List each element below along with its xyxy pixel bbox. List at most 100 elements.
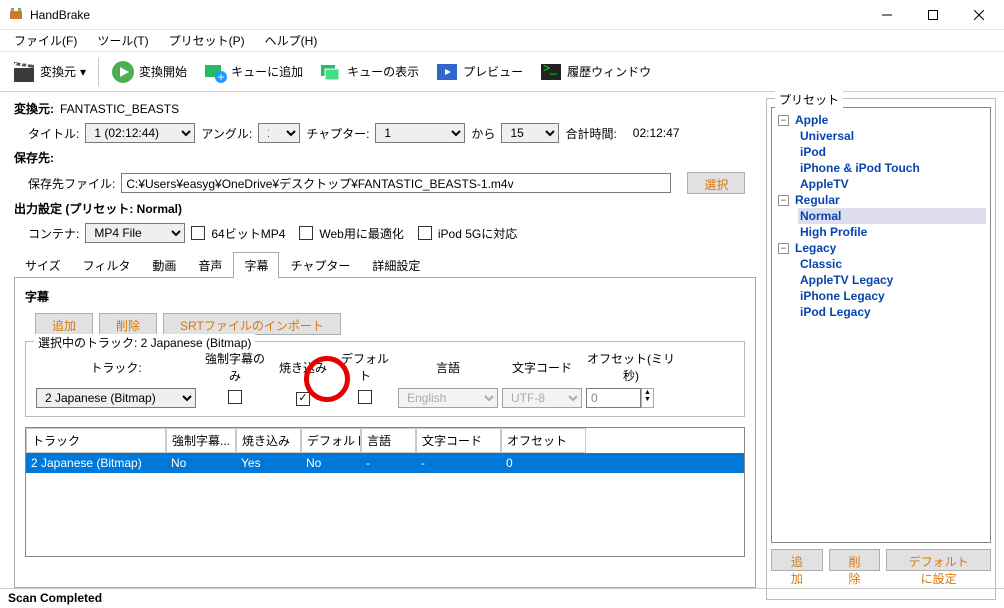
dest-file-input[interactable] — [121, 173, 671, 193]
col-offset[interactable]: オフセット — [501, 428, 586, 453]
burned-label: 焼き込み — [274, 359, 332, 376]
duration-value: 02:12:47 — [633, 126, 680, 140]
lang-select: English — [398, 388, 498, 408]
menu-preset[interactable]: プリセット(P) — [161, 30, 253, 51]
preset-item[interactable]: High Profile — [798, 224, 986, 240]
title-select[interactable]: 1 (02:12:44) — [85, 123, 195, 143]
preset-item[interactable]: AppleTV — [798, 176, 986, 192]
toolbar-start[interactable]: 変換開始 — [105, 57, 193, 87]
toolbar-add-queue[interactable]: + キューに追加 — [197, 57, 309, 87]
subtitle-remove-button[interactable]: 削除 — [99, 313, 157, 335]
activity-icon: >_ — [539, 60, 563, 84]
toolbar-source[interactable]: 変換元▾ — [6, 57, 92, 87]
preset-tree[interactable]: −AppleUniversaliPodiPhone & iPod TouchAp… — [771, 107, 991, 543]
menu-file[interactable]: ファイル(F) — [6, 30, 85, 51]
opt-web-checkbox[interactable] — [299, 226, 313, 240]
col-lang[interactable]: 言語 — [361, 428, 416, 453]
window-title: HandBrake — [30, 8, 864, 22]
menu-tools[interactable]: ツール(T) — [89, 30, 156, 51]
opt-ipod-checkbox[interactable] — [418, 226, 432, 240]
table-row[interactable]: 2 Japanese (Bitmap) No Yes No - - 0 — [26, 453, 744, 473]
close-button[interactable] — [956, 0, 1002, 30]
tree-collapse-icon[interactable]: − — [778, 243, 789, 254]
container-select[interactable]: MP4 File — [85, 223, 185, 243]
app-icon — [8, 7, 24, 23]
browse-button[interactable]: 選択 — [687, 172, 745, 194]
col-track[interactable]: トラック — [26, 428, 166, 453]
col-default[interactable]: デフォルト — [301, 428, 361, 453]
offset-label: オフセット(ミリ秒) — [586, 350, 676, 384]
burned-checkbox[interactable] — [296, 392, 310, 406]
presets-label: プリセット — [775, 91, 843, 108]
opt-64bit-checkbox[interactable] — [191, 226, 205, 240]
forced-label: 強制字幕のみ — [200, 350, 270, 384]
offset-down[interactable]: ▼ — [642, 396, 653, 403]
preset-item[interactable]: iPhone Legacy — [798, 288, 986, 304]
preset-group[interactable]: Apple — [795, 113, 828, 127]
preset-remove-button[interactable]: 削除 — [829, 549, 881, 571]
preset-group[interactable]: Regular — [795, 193, 840, 207]
track-label: トラック: — [36, 359, 196, 376]
toolbar-show-queue[interactable]: キューの表示 — [313, 57, 425, 87]
toolbar-activity[interactable]: >_ 履歴ウィンドウ — [533, 57, 657, 87]
preset-group[interactable]: Legacy — [795, 241, 836, 255]
menu-help[interactable]: ヘルプ(H) — [257, 30, 326, 51]
lang-label: 言語 — [398, 359, 498, 376]
toolbar-preview[interactable]: プレビュー — [429, 57, 529, 87]
opt-64bit-label: 64ビットMP4 — [211, 225, 285, 242]
default-checkbox[interactable] — [358, 390, 372, 404]
status-bar: Scan Completed — [0, 588, 1004, 608]
track-select[interactable]: 2 Japanese (Bitmap) — [36, 388, 196, 408]
preset-item[interactable]: Universal — [798, 128, 986, 144]
tab-video[interactable]: 動画 — [141, 252, 187, 278]
subtitle-add-button[interactable]: 追加 — [35, 313, 93, 335]
tree-collapse-icon[interactable]: − — [778, 115, 789, 126]
container-label: コンテナ: — [28, 225, 79, 242]
col-forced[interactable]: 強制字幕... — [166, 428, 236, 453]
tree-collapse-icon[interactable]: − — [778, 195, 789, 206]
preset-item[interactable]: iPhone & iPod Touch — [798, 160, 986, 176]
preset-item[interactable]: iPod Legacy — [798, 304, 986, 320]
selected-track-label: 選択中のトラック: 2 Japanese (Bitmap) — [34, 334, 255, 351]
preset-item[interactable]: AppleTV Legacy — [798, 272, 986, 288]
tab-chapters[interactable]: チャプター — [279, 252, 361, 278]
offset-input — [586, 388, 641, 408]
angle-select[interactable]: 1 — [258, 123, 300, 143]
preset-add-button[interactable]: 追加 — [771, 549, 823, 571]
tab-audio[interactable]: 音声 — [187, 252, 233, 278]
opt-web-label: Web用に最適化 — [319, 225, 403, 242]
opt-ipod-label: iPod 5Gに対応 — [438, 225, 517, 242]
tab-size[interactable]: サイズ — [14, 252, 72, 278]
source-label: 変換元: — [14, 100, 54, 117]
preset-item[interactable]: Normal — [798, 208, 986, 224]
offset-up[interactable]: ▲ — [642, 389, 653, 396]
chapter-to-label: から — [471, 125, 495, 142]
tab-advanced[interactable]: 詳細設定 — [361, 252, 431, 278]
minimize-button[interactable] — [864, 0, 910, 30]
add-queue-icon: + — [203, 60, 227, 84]
clapperboard-icon — [12, 60, 36, 84]
tab-filter[interactable]: フィルタ — [72, 252, 142, 278]
chapter-to-select[interactable]: 15 — [501, 123, 559, 143]
subtitle-heading: 字幕 — [25, 288, 745, 305]
output-label: 出力設定 (プリセット: Normal) — [14, 200, 182, 217]
preset-default-button[interactable]: デフォルトに設定 — [886, 549, 991, 571]
chapter-label: チャプター: — [306, 125, 369, 142]
queue-icon — [319, 60, 343, 84]
preset-item[interactable]: iPod — [798, 144, 986, 160]
dest-file-label: 保存先ファイル: — [28, 175, 115, 192]
title-label: タイトル: — [28, 125, 79, 142]
charcode-select: UTF-8 — [502, 388, 582, 408]
svg-text:>_: >_ — [543, 61, 557, 75]
maximize-button[interactable] — [910, 0, 956, 30]
col-burned[interactable]: 焼き込み — [236, 428, 301, 453]
tab-subtitle[interactable]: 字幕 — [233, 252, 279, 278]
separator — [98, 58, 99, 86]
forced-checkbox[interactable] — [228, 390, 242, 404]
charcode-label: 文字コード — [502, 359, 582, 376]
col-charcode[interactable]: 文字コード — [416, 428, 501, 453]
svg-text:+: + — [218, 70, 225, 84]
subtitle-import-button[interactable]: SRTファイルのインポート — [163, 313, 341, 335]
preset-item[interactable]: Classic — [798, 256, 986, 272]
chapter-from-select[interactable]: 1 — [375, 123, 465, 143]
